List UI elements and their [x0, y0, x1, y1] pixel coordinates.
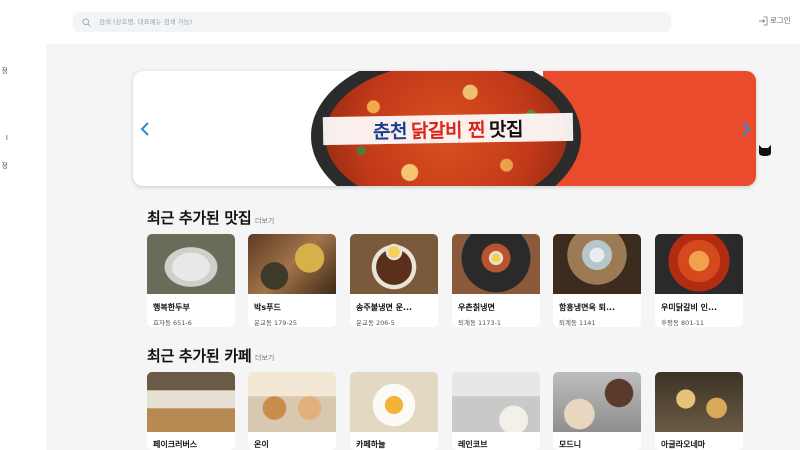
sidebar-item-label: I: [5, 134, 8, 142]
restaurant-name: 우미닭갈비 인...: [661, 303, 718, 312]
restaurant-address: 퇴계동 1173-1: [458, 319, 502, 327]
restaurant-card[interactable]: 우촌칡냉면 퇴계동 1173-1: [452, 234, 540, 327]
banner-title: 춘천 닭갈비 찐 맛집: [322, 112, 574, 146]
restaurant-name: 박s푸드: [254, 303, 281, 312]
restaurant-address: 퇴계동 1141: [559, 319, 596, 327]
restaurant-card[interactable]: 함흥냉면옥 퇴... 퇴계동 1141: [553, 234, 641, 327]
restaurant-thumbnail: [553, 234, 641, 294]
cafe-name: 페이크러버스: [153, 440, 198, 449]
search-bar[interactable]: [73, 12, 671, 32]
restaurant-card[interactable]: 박s푸드 운교동 179-25: [248, 234, 336, 327]
login-icon: [759, 16, 768, 25]
cafe-card[interactable]: 레인코브: [452, 372, 540, 450]
cafe-thumbnail: [655, 372, 743, 432]
restaurant-thumbnail: [147, 234, 235, 294]
cafe-thumbnail: [248, 372, 336, 432]
chevron-right-icon: [742, 122, 751, 136]
restaurant-name: 송주불냉면 운...: [356, 303, 413, 312]
cafe-thumbnail: [553, 372, 641, 432]
banner-prev-button[interactable]: [135, 117, 155, 141]
restaurant-card[interactable]: 송주불냉면 운... 운교동 206-5: [350, 234, 438, 327]
cafe-card[interactable]: 온이: [248, 372, 336, 450]
login-button[interactable]: 로그인: [758, 15, 791, 26]
cafe-thumbnail: [147, 372, 235, 432]
restaurant-thumbnail: [452, 234, 540, 294]
cafe-name: 카페하늘: [356, 440, 386, 449]
chevron-left-icon: [140, 122, 149, 136]
sidebar-item-label: 정: [1, 67, 8, 75]
restaurant-address: 후평동 801-11: [661, 319, 705, 327]
cafe-card[interactable]: 페이크러버스: [147, 372, 235, 450]
restaurant-card[interactable]: 행복한두부 효자동 651-6: [147, 234, 235, 327]
cat-icon: [759, 145, 771, 156]
restaurants-more-link[interactable]: 더보기: [255, 216, 274, 226]
restaurant-thumbnail: [350, 234, 438, 294]
cafe-thumbnail: [350, 372, 438, 432]
cafes-more-link[interactable]: 더보기: [255, 353, 274, 363]
restaurant-address: 운교동 206-5: [356, 319, 395, 327]
search-icon: [82, 17, 91, 27]
restaurant-address: 운교동 179-25: [254, 319, 298, 327]
banner-title-part2: 닭갈비 찐: [410, 118, 486, 143]
restaurant-thumbnail: [248, 234, 336, 294]
banner-next-button[interactable]: [736, 117, 756, 141]
cafe-name: 모드니: [559, 440, 582, 449]
restaurant-address: 효자동 651-6: [153, 319, 192, 327]
sidebar-item-2[interactable]: I: [0, 134, 8, 142]
restaurant-name: 행복한두부: [153, 303, 190, 312]
banner-title-part3: 맛집: [488, 118, 524, 141]
restaurant-name: 함흥냉면옥 퇴...: [559, 303, 616, 312]
banner-title-part1: 춘천: [372, 120, 408, 143]
section-title-cafes: 최근 추가된 카페: [147, 347, 252, 365]
restaurant-name: 우촌칡냉면: [458, 303, 495, 312]
cafe-name: 아글라오네마: [661, 440, 706, 449]
sidebar-item-3[interactable]: 정: [0, 161, 8, 171]
cafe-name: 레인코브: [458, 440, 488, 449]
cafe-card[interactable]: 카페하늘: [350, 372, 438, 450]
section-title-restaurants: 최근 추가된 맛집: [147, 209, 252, 227]
restaurant-card[interactable]: 우미닭갈비 인... 후평동 801-11: [655, 234, 743, 327]
banner-carousel[interactable]: 춘천 닭갈비 찐 맛집: [133, 71, 756, 186]
sidebar-item-label: 정: [1, 162, 8, 170]
search-input[interactable]: [99, 18, 499, 26]
restaurant-thumbnail: [655, 234, 743, 294]
login-label: 로그인: [770, 16, 791, 25]
cafe-thumbnail: [452, 372, 540, 432]
cafe-name: 온이: [254, 440, 269, 449]
cafe-card[interactable]: 모드니: [553, 372, 641, 450]
sidebar-item-1[interactable]: 정: [0, 66, 8, 76]
cafe-card[interactable]: 아글라오네마: [655, 372, 743, 450]
